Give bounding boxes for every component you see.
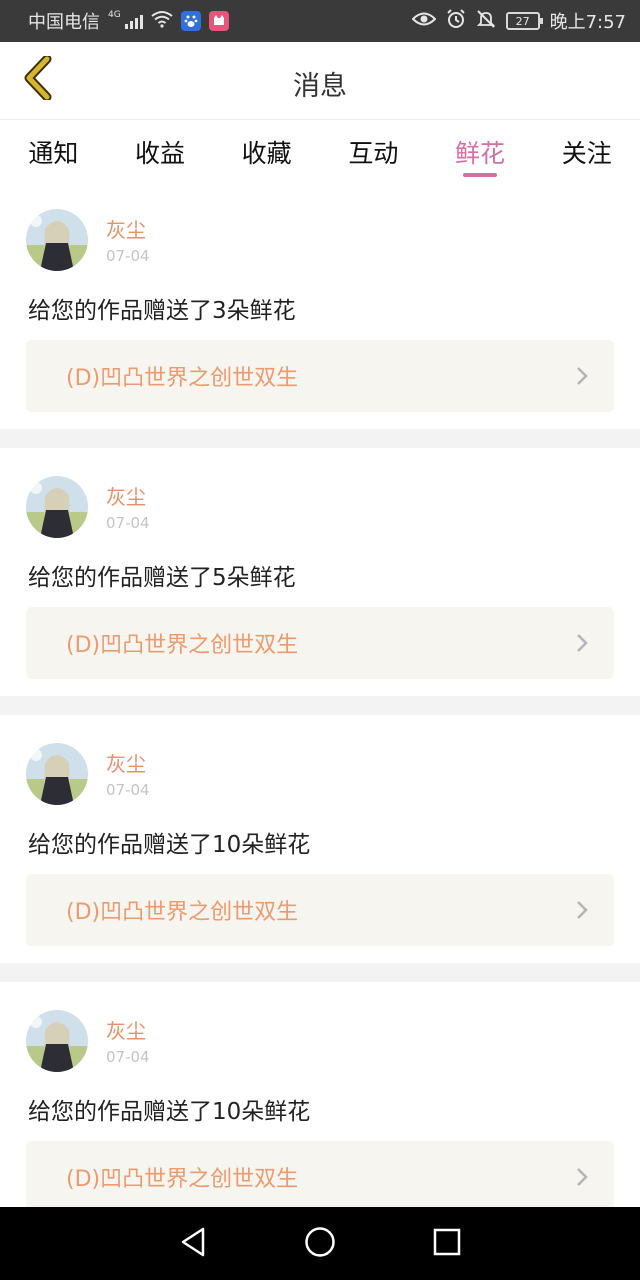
divider — [0, 963, 640, 982]
username[interactable]: 灰尘 — [106, 214, 146, 243]
message-date: 07-04 — [106, 781, 150, 799]
chevron-right-icon — [576, 366, 588, 390]
divider — [0, 429, 640, 448]
home-circle-icon — [304, 1226, 336, 1262]
chevron-right-icon — [576, 1167, 588, 1191]
clock-label: 晚上7:57 — [549, 12, 626, 33]
system-nav-bar — [0, 1207, 640, 1280]
back-triangle-icon — [179, 1227, 207, 1261]
tab-flowers[interactable]: 鲜花 — [427, 121, 534, 181]
work-title: (D)凹凸世界之创世双生 — [66, 1167, 299, 1192]
wifi-icon — [151, 10, 173, 33]
tab-notifications[interactable]: 通知 — [0, 121, 107, 181]
battery-icon: 27 — [505, 12, 543, 30]
avatar[interactable] — [26, 476, 88, 538]
work-link[interactable]: (D)凹凸世界之创世双生 — [26, 340, 614, 412]
network-type: 4G — [108, 10, 121, 20]
nav-back-button[interactable] — [169, 1220, 217, 1268]
message-text: 给您的作品赠送了5朵鲜花 — [28, 565, 296, 591]
work-link[interactable]: (D)凹凸世界之创世双生 — [26, 1141, 614, 1213]
message-date: 07-04 — [106, 247, 150, 265]
divider — [0, 696, 640, 715]
mute-bell-icon — [476, 9, 496, 34]
alarm-icon — [446, 8, 466, 34]
message-text: 给您的作品赠送了3朵鲜花 — [28, 298, 296, 324]
username[interactable]: 灰尘 — [106, 481, 146, 510]
signal-icon — [124, 13, 143, 29]
work-link[interactable]: (D)凹凸世界之创世双生 — [26, 607, 614, 679]
username[interactable]: 灰尘 — [106, 1015, 146, 1044]
tab-favorites[interactable]: 收藏 — [213, 121, 320, 181]
list-item: 灰尘 07-04 给您的作品赠送了3朵鲜花 (D)凹凸世界之创世双生 — [0, 181, 640, 429]
recents-square-icon — [433, 1228, 461, 1260]
chevron-right-icon — [576, 633, 588, 657]
work-link[interactable]: (D)凹凸世界之创世双生 — [26, 874, 614, 946]
baidu-app-icon — [180, 11, 201, 31]
message-text: 给您的作品赠送了10朵鲜花 — [28, 832, 311, 858]
eye-icon — [411, 11, 436, 32]
chevron-right-icon — [576, 900, 588, 924]
nav-home-button[interactable] — [296, 1220, 344, 1268]
tab-bar: 通知 收益 收藏 互动 鲜花 关注 — [0, 121, 640, 181]
tab-follows[interactable]: 关注 — [533, 121, 640, 181]
message-list: 灰尘 07-04 给您的作品赠送了3朵鲜花 (D)凹凸世界之创世双生 灰尘 07… — [0, 181, 640, 1230]
cat-app-icon — [208, 11, 229, 31]
list-item: 灰尘 07-04 给您的作品赠送了10朵鲜花 (D)凹凸世界之创世双生 — [0, 715, 640, 963]
nav-recents-button[interactable] — [423, 1220, 471, 1268]
message-date: 07-04 — [106, 1048, 150, 1066]
tab-interactions[interactable]: 互动 — [320, 121, 427, 181]
avatar[interactable] — [26, 1010, 88, 1072]
work-title: (D)凹凸世界之创世双生 — [66, 366, 299, 391]
page-title: 消息 — [293, 71, 347, 102]
avatar[interactable] — [26, 743, 88, 805]
carrier-label: 中国电信 — [28, 12, 100, 33]
avatar[interactable] — [26, 209, 88, 271]
work-title: (D)凹凸世界之创世双生 — [66, 900, 299, 925]
tab-earnings[interactable]: 收益 — [107, 121, 214, 181]
app-header: 消息 — [0, 42, 640, 120]
list-item: 灰尘 07-04 给您的作品赠送了10朵鲜花 (D)凹凸世界之创世双生 — [0, 982, 640, 1230]
username[interactable]: 灰尘 — [106, 748, 146, 777]
list-item: 灰尘 07-04 给您的作品赠送了5朵鲜花 (D)凹凸世界之创世双生 — [0, 448, 640, 696]
work-title: (D)凹凸世界之创世双生 — [66, 633, 299, 658]
message-date: 07-04 — [106, 514, 150, 532]
message-text: 给您的作品赠送了10朵鲜花 — [28, 1099, 311, 1125]
status-bar: 中国电信 4G 27 晚上7:57 — [0, 0, 640, 42]
